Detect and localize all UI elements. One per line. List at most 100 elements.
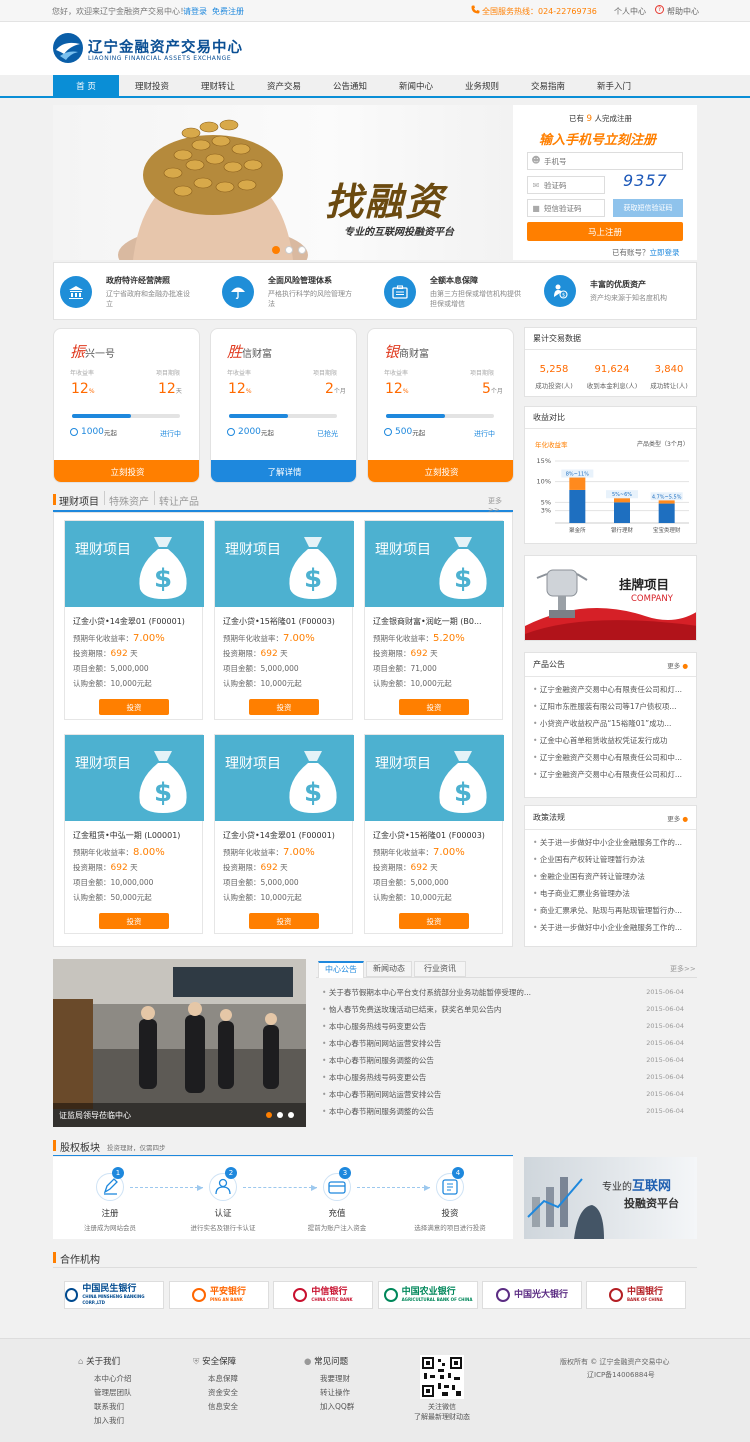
get-sms-button[interactable]: 获取短信验证码 <box>613 199 683 217</box>
nav-invest[interactable]: 理财投资 <box>119 75 185 96</box>
news-more-link[interactable]: 更多>> <box>670 964 696 974</box>
listing-banner[interactable]: 挂牌项目 COMPANY <box>524 555 697 641</box>
project-name[interactable]: 辽金小贷•15裕隆01 (F00003) <box>373 827 501 845</box>
help-center-link[interactable]: 帮助中心 <box>667 6 699 17</box>
invest-button[interactable]: 投资 <box>249 913 319 929</box>
photo-dot-2[interactable] <box>277 1112 283 1118</box>
footer-link[interactable]: 本息保障 <box>208 1372 238 1386</box>
nav-beginner[interactable]: 新手入门 <box>581 75 647 96</box>
project-image[interactable]: 理财项目 $ <box>215 521 354 607</box>
footer-link[interactable]: 我要理财 <box>320 1372 354 1386</box>
list-item[interactable]: • 金融企业国有资产转让管理办法 <box>533 868 690 885</box>
project-name[interactable]: 辽金小贷•14金翠01 (F00001) <box>73 613 201 631</box>
invest-button[interactable]: 投资 <box>249 699 319 715</box>
list-item[interactable]: • 商业汇票承兑、贴现与再贴现管理暂行办... <box>533 902 690 919</box>
project-image[interactable]: 理财项目 $ <box>65 521 204 607</box>
list-item[interactable]: • 关于进一步做好中小企业金融服务工作的... <box>533 834 690 851</box>
partner-logo[interactable]: 中国银行 BANK OF CHINA <box>586 1281 686 1309</box>
captcha-input[interactable] <box>544 180 599 190</box>
footer-link[interactable]: 资金安全 <box>208 1386 238 1400</box>
nav-home[interactable]: 首 页 <box>53 75 119 96</box>
project-image[interactable]: 理财项目 $ <box>365 521 504 607</box>
captcha-field[interactable]: ✉ <box>527 176 605 194</box>
phone-input[interactable] <box>544 156 674 166</box>
list-item[interactable]: • 小贷资产收益权产品“15裕隆01”成功... <box>533 715 690 732</box>
project-image[interactable]: 理财项目 $ <box>65 735 204 821</box>
partner-logo[interactable]: 平安银行 PING AN BANK <box>169 1281 269 1309</box>
product-action-button[interactable]: 了解详情 <box>211 460 356 482</box>
project-name[interactable]: 辽金小贷•14金翠01 (F00001) <box>223 827 351 845</box>
photo-dot-3[interactable] <box>288 1112 294 1118</box>
list-item[interactable]: • 辽金中心首单租赁收益权凭证发行成功 <box>533 732 690 749</box>
nav-rules[interactable]: 业务规则 <box>449 75 515 96</box>
partner-logo[interactable]: 中信银行 CHINA CITIC BANK <box>273 1281 373 1309</box>
invest-button[interactable]: 投资 <box>399 913 469 929</box>
project-name[interactable]: 辽金租赁•中弘一期 (L00001) <box>73 827 201 845</box>
footer-link[interactable]: 加入我们 <box>94 1414 132 1428</box>
login-now-link[interactable]: 立即登录 <box>650 248 680 257</box>
tab-transfer-products[interactable]: 转让产品 <box>159 493 199 508</box>
carousel-dot-2[interactable] <box>285 246 293 254</box>
tab-invest-projects[interactable]: 理财项目 <box>59 493 99 508</box>
invest-button[interactable]: 投资 <box>99 913 169 929</box>
footer-link[interactable]: 本中心介绍 <box>94 1372 132 1386</box>
tab-news-updates[interactable]: 新闻动态 <box>366 961 412 977</box>
tab-industry-news[interactable]: 行业资讯 <box>414 961 466 977</box>
nav-news[interactable]: 新闻中心 <box>383 75 449 96</box>
nav-notices[interactable]: 公告通知 <box>317 75 383 96</box>
footer-link[interactable]: 信息安全 <box>208 1400 238 1414</box>
news-item[interactable]: • 本中心春节期间服务调整的公告 2015-06-04 <box>322 1103 694 1120</box>
product-action-button[interactable]: 立刻投资 <box>54 460 199 482</box>
sms-input[interactable] <box>544 203 602 213</box>
login-link[interactable]: 请登录 <box>183 6 207 17</box>
policy-more-link[interactable]: 更多 ● <box>667 813 688 823</box>
partner-logo[interactable]: 中国光大银行 <box>482 1281 582 1309</box>
news-item[interactable]: • 本中心春节期间网站运营安排公告 2015-06-04 <box>322 1086 694 1103</box>
personal-center-link[interactable]: 个人中心 <box>614 6 646 17</box>
partner-logo[interactable]: 中国农业银行 AGRICULTURAL BANK OF CHINA <box>378 1281 478 1309</box>
list-item[interactable]: • 辽宁金融资产交易中心有限责任公司和中... <box>533 749 690 766</box>
tab-special-assets[interactable]: 特殊资产 <box>109 493 149 508</box>
news-item[interactable]: • 本中心服务热线号码变更公告 2015-06-04 <box>322 1018 694 1035</box>
news-photo[interactable]: 证监局领导莅临中心 <box>53 959 306 1127</box>
project-name[interactable]: 辽金小贷•15裕隆01 (F00003) <box>223 613 351 631</box>
list-item[interactable]: • 关于进一步做好中小企业金融服务工作的... <box>533 919 690 936</box>
nav-guide[interactable]: 交易指南 <box>515 75 581 96</box>
register-submit-button[interactable]: 马上注册 <box>527 222 683 241</box>
news-item[interactable]: • 本中心服务热线号码变更公告 2015-06-04 <box>322 1069 694 1086</box>
footer-link[interactable]: 管理层团队 <box>94 1386 132 1400</box>
phone-field[interactable]: ☻ <box>527 152 683 170</box>
nav-assets[interactable]: 资产交易 <box>251 75 317 96</box>
list-item[interactable]: • 企业国有产权转让管理暂行办法 <box>533 851 690 868</box>
news-item[interactable]: • 本中心春节期间网站运营安排公告 2015-06-04 <box>322 1035 694 1052</box>
wechat-qr-code[interactable] <box>420 1355 464 1399</box>
list-item[interactable]: • 辽宁金融资产交易中心有限责任公司和灯... <box>533 766 690 783</box>
footer-link[interactable]: 转让操作 <box>320 1386 354 1400</box>
product-action-button[interactable]: 立刻投资 <box>368 460 513 482</box>
news-item[interactable]: • 恼人春节免费送玫瑰活动已结束，获奖名单见公告内 2015-06-04 <box>322 1001 694 1018</box>
list-item[interactable]: • 辽宁金融资产交易中心有限责任公司和灯... <box>533 681 690 698</box>
project-image[interactable]: 理财项目 $ <box>365 735 504 821</box>
invest-button[interactable]: 投资 <box>99 699 169 715</box>
tab-center-notice[interactable]: 中心公告 <box>318 961 364 978</box>
carousel-dot-1[interactable] <box>272 246 280 254</box>
platform-banner[interactable]: 专业的互联网 投融资平台 <box>524 1157 697 1239</box>
sms-field[interactable]: ■ <box>527 199 605 217</box>
progress-track <box>72 414 180 418</box>
news-item[interactable]: • 本中心春节期间服务调整的公告 2015-06-04 <box>322 1052 694 1069</box>
register-link[interactable]: 免费注册 <box>212 6 244 17</box>
invest-button[interactable]: 投资 <box>399 699 469 715</box>
footer-link[interactable]: 联系我们 <box>94 1400 132 1414</box>
photo-dot-1[interactable] <box>266 1112 272 1118</box>
partner-logo[interactable]: 中国民生银行 CHINA MINSHENG BANKING CORP.,LTD <box>64 1281 164 1309</box>
list-item[interactable]: • 辽阳市东胜服装有限公司等17户债权项... <box>533 698 690 715</box>
notice-more-link[interactable]: 更多 ● <box>667 660 688 670</box>
list-item[interactable]: • 电子商业汇票业务管理办法 <box>533 885 690 902</box>
carousel-dot-3[interactable] <box>298 246 306 254</box>
project-name[interactable]: 辽金银商财富•润屹一期 (B0... <box>373 613 501 631</box>
nav-transfer[interactable]: 理财转让 <box>185 75 251 96</box>
project-image[interactable]: 理财项目 $ <box>215 735 354 821</box>
captcha-image[interactable]: 9357 <box>623 171 668 190</box>
news-item[interactable]: • 关于春节假期本中心平台支付系统部分业务功能暂停受理的... 2015-06-0… <box>322 984 694 1001</box>
footer-link[interactable]: 加入QQ群 <box>320 1400 354 1414</box>
